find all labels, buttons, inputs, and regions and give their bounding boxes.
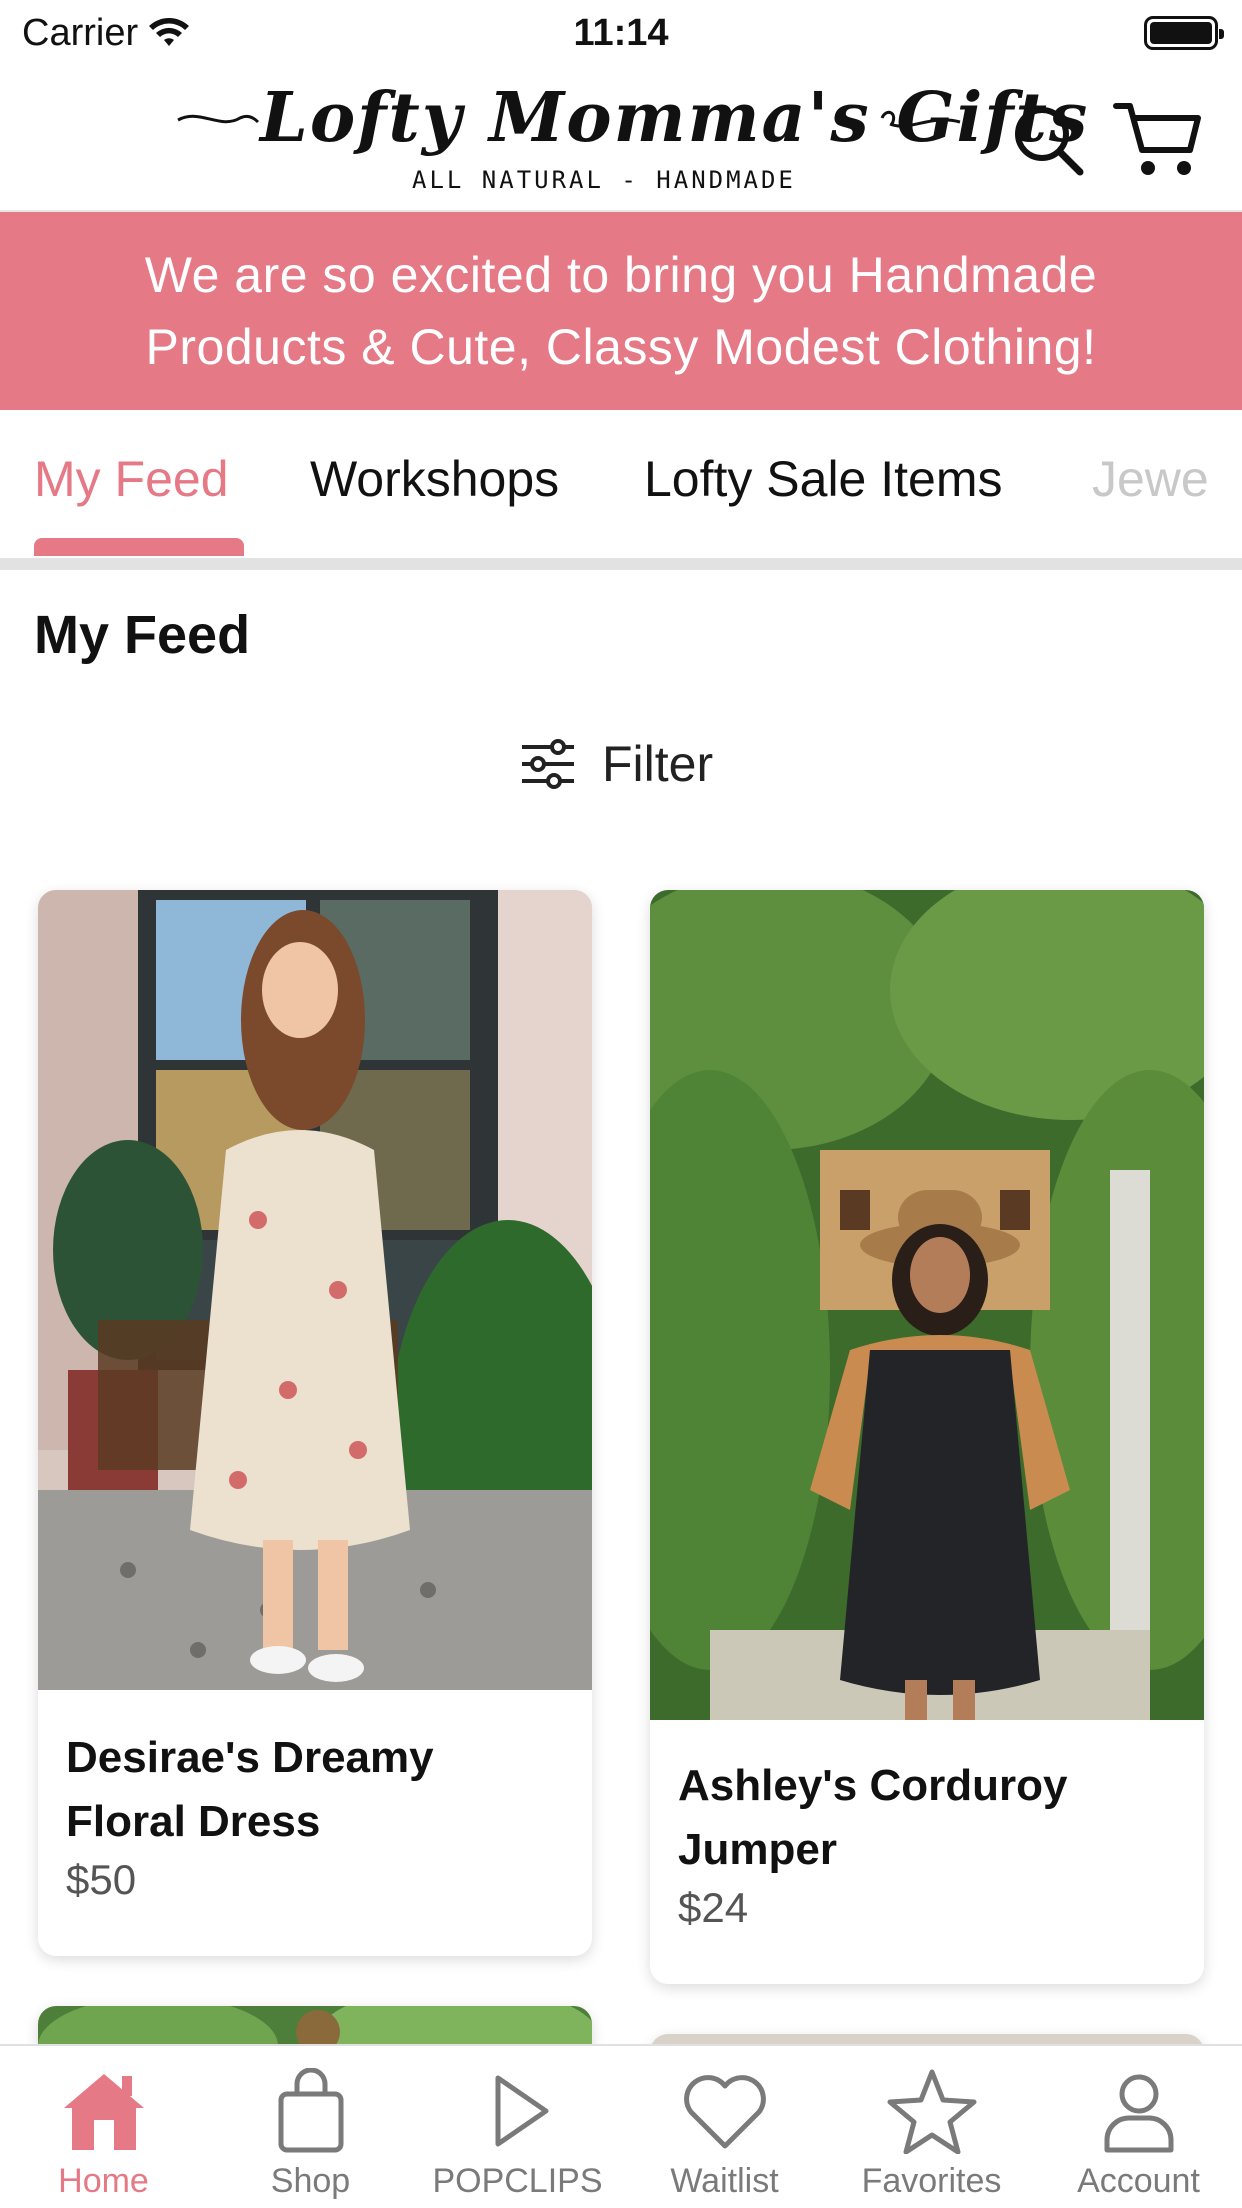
product-card[interactable]: Ashley's Corduroy Jumper $24 xyxy=(650,890,1204,1984)
banner-text: We are so excited to bring you Handmade … xyxy=(144,247,1098,375)
logo-title: Lofty Momma's Gifts xyxy=(260,78,1090,158)
nav-account[interactable]: Account xyxy=(1035,2046,1242,2208)
product-photo xyxy=(650,890,1204,1720)
product-name: Desirae's Dreamy Floral Dress xyxy=(66,1733,434,1846)
nav-popclips[interactable]: POPCLIPS xyxy=(414,2046,621,2208)
app-header: Lofty Momma's Gifts ALL NATURAL - HANDMA… xyxy=(0,70,1242,212)
nav-account-label: Account xyxy=(1077,2162,1200,2200)
tab-my-feed[interactable]: My Feed xyxy=(34,450,229,508)
star-icon xyxy=(887,2069,977,2154)
home-icon xyxy=(64,2074,144,2150)
filter-button[interactable]: Filter xyxy=(518,730,713,798)
promo-banner: We are so excited to bring you Handmade … xyxy=(0,212,1242,410)
play-icon xyxy=(495,2075,549,2147)
nav-shop-label: Shop xyxy=(270,2162,351,2200)
status-bar: Carrier 11:14 xyxy=(0,0,1242,70)
person-icon xyxy=(1104,2074,1174,2153)
battery-icon xyxy=(1144,16,1224,50)
tabs-divider xyxy=(0,558,1242,570)
page-title: My Feed xyxy=(34,605,251,665)
nav-popclips-label: POPCLIPS xyxy=(432,2162,603,2200)
category-tabs: My Feed Workshops Lofty Sale Items Jewe xyxy=(0,410,1242,570)
nav-waitlist[interactable]: Waitlist xyxy=(621,2046,828,2208)
shopping-bag-icon xyxy=(278,2068,344,2153)
brand-logo[interactable]: Lofty Momma's Gifts ALL NATURAL - HANDMA… xyxy=(170,78,1087,198)
product-card[interactable]: Desirae's Dreamy Floral Dress $50 xyxy=(38,890,592,1956)
nav-home[interactable]: Home xyxy=(0,2046,207,2208)
search-icon[interactable] xyxy=(1010,102,1086,178)
tab-jewelry[interactable]: Jewe xyxy=(1092,450,1209,508)
nav-favorites[interactable]: Favorites xyxy=(828,2046,1035,2208)
nav-shop[interactable]: Shop xyxy=(207,2046,414,2208)
filter-label: Filter xyxy=(602,736,714,792)
nav-waitlist-label: Waitlist xyxy=(670,2162,779,2200)
product-photo xyxy=(38,890,592,1690)
tab-workshops[interactable]: Workshops xyxy=(310,450,559,508)
heart-icon xyxy=(684,2075,766,2149)
active-tab-indicator xyxy=(34,538,244,556)
status-time: 11:14 xyxy=(573,12,669,54)
logo-subtitle: ALL NATURAL - HANDMADE xyxy=(412,166,796,194)
sliders-icon xyxy=(522,739,574,789)
bottom-navigation: Home Shop POPCLIPS Waitlist Favorites Ac… xyxy=(0,2044,1242,2208)
product-price: $24 xyxy=(678,1884,749,1931)
product-price: $50 xyxy=(66,1856,137,1903)
tab-lofty-sale-items[interactable]: Lofty Sale Items xyxy=(644,450,1003,508)
product-name: Ashley's Corduroy Jumper xyxy=(678,1761,1068,1874)
nav-home-label: Home xyxy=(58,2162,149,2200)
cart-icon[interactable] xyxy=(1112,98,1202,182)
nav-favorites-label: Favorites xyxy=(861,2162,1002,2200)
